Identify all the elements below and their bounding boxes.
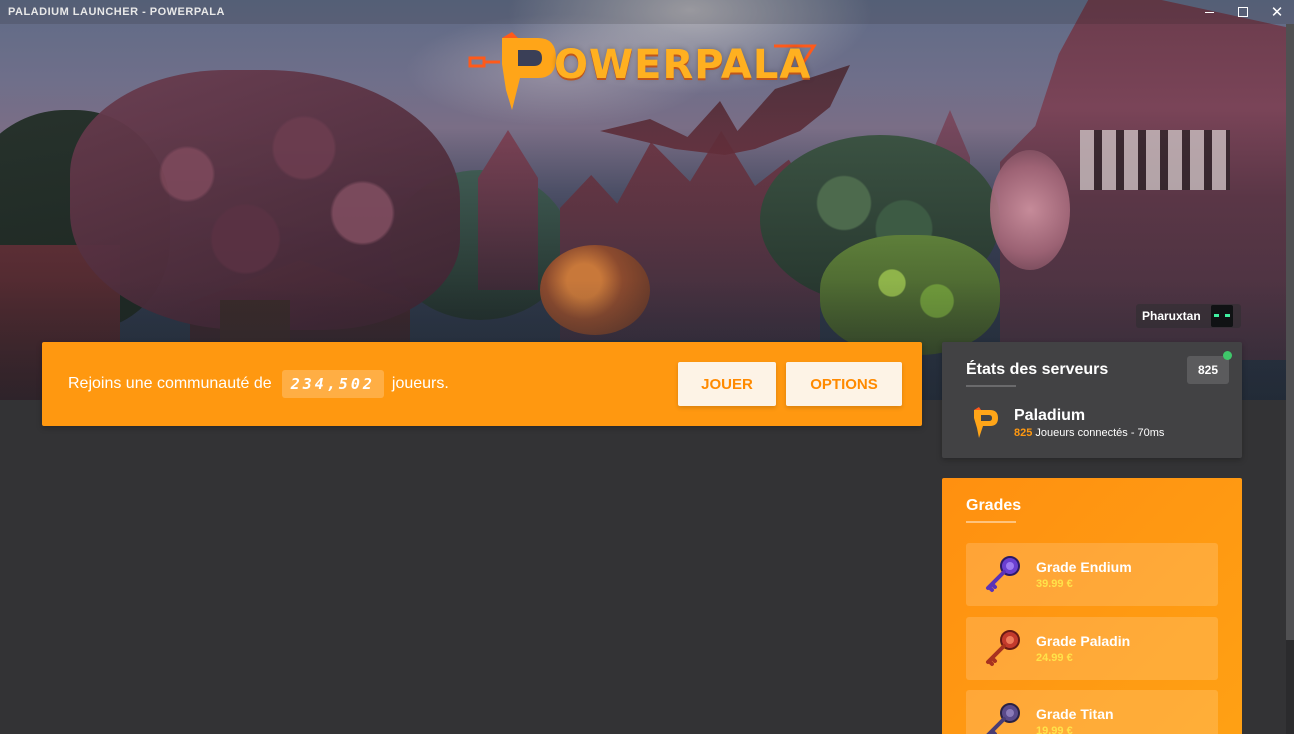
server-status-card: États des serveurs 825 Paladium 825 Joue… — [942, 342, 1242, 458]
server-status-title: États des serveurs — [966, 361, 1109, 378]
minimize-button[interactable] — [1192, 0, 1226, 24]
username: Pharuxtan — [1142, 309, 1201, 323]
tower-left — [478, 130, 538, 290]
server-meta-text: Joueurs connectés - 70ms — [1035, 427, 1165, 439]
grade-name: Grade Titan — [1036, 706, 1114, 722]
logo-text: OWERPALA — [554, 42, 812, 88]
paladin-key-icon — [986, 629, 1020, 666]
window-title: PALADIUM LAUNCHER - POWERPALA — [8, 6, 225, 18]
grades-card: Grades Grade Endium 39.99 € Grade Paladi… — [942, 478, 1242, 734]
community-text-before: Rejoins une communauté de — [68, 375, 272, 392]
grade-name: Grade Paladin — [1036, 633, 1131, 649]
title-underline — [966, 521, 1016, 523]
close-button[interactable]: ✕ — [1260, 0, 1294, 24]
house-right-windows — [1080, 130, 1230, 190]
grade-item-endium[interactable]: Grade Endium 39.99 € — [966, 543, 1218, 606]
grade-price: 39.99 € — [1036, 578, 1073, 590]
title-underline — [966, 385, 1016, 387]
server-meta: 825 Joueurs connectés - 70ms — [1014, 427, 1164, 439]
server-name: Paladium — [1014, 407, 1086, 424]
community-text: Rejoins une communauté de 234,502 joueur… — [68, 370, 449, 398]
grades-title: Grades — [966, 497, 1022, 514]
player-count: 234,502 — [281, 370, 384, 398]
server-info: Paladium 825 Joueurs connectés - 70ms — [1014, 407, 1164, 439]
play-button[interactable]: JOUER — [678, 362, 776, 406]
grade-price: 19.99 € — [1036, 725, 1073, 734]
powerpala-logo: OWERPALA — [466, 24, 818, 114]
grade-info: Grade Paladin 24.99 € — [1036, 633, 1130, 664]
online-status-dot — [1223, 351, 1232, 360]
paladium-icon — [974, 407, 998, 438]
titan-key-icon — [986, 702, 1020, 734]
grade-name: Grade Endium — [1036, 559, 1132, 575]
maximize-button[interactable] — [1226, 0, 1260, 24]
community-banner: Rejoins une communauté de 234,502 joueur… — [42, 342, 922, 426]
grade-price: 24.99 € — [1036, 652, 1073, 664]
title-bar[interactable]: PALADIUM LAUNCHER - POWERPALA ✕ — [0, 0, 1294, 24]
server-online-count: 825 — [1014, 427, 1033, 439]
pink-tree-right — [990, 150, 1070, 270]
grade-info: Grade Endium 39.99 € — [1036, 559, 1132, 590]
banner-actions: JOUER OPTIONS — [678, 362, 902, 406]
server-row[interactable]: Paladium 825 Joueurs connectés - 70ms — [968, 406, 1164, 440]
options-button[interactable]: OPTIONS — [786, 362, 902, 406]
window-controls: ✕ — [1192, 0, 1294, 24]
grade-info: Grade Titan 19.99 € — [1036, 706, 1114, 734]
online-count-badge: 825 — [1187, 356, 1229, 384]
grade-item-titan[interactable]: Grade Titan 19.99 € — [966, 690, 1218, 734]
scrollbar-thumb[interactable] — [1286, 24, 1294, 640]
community-text-after: joueurs. — [391, 375, 449, 392]
grade-item-paladin[interactable]: Grade Paladin 24.99 € — [966, 617, 1218, 680]
user-profile[interactable]: Pharuxtan — [1136, 304, 1241, 328]
endium-key-icon — [986, 555, 1020, 592]
enderman-avatar-icon — [1210, 305, 1233, 327]
